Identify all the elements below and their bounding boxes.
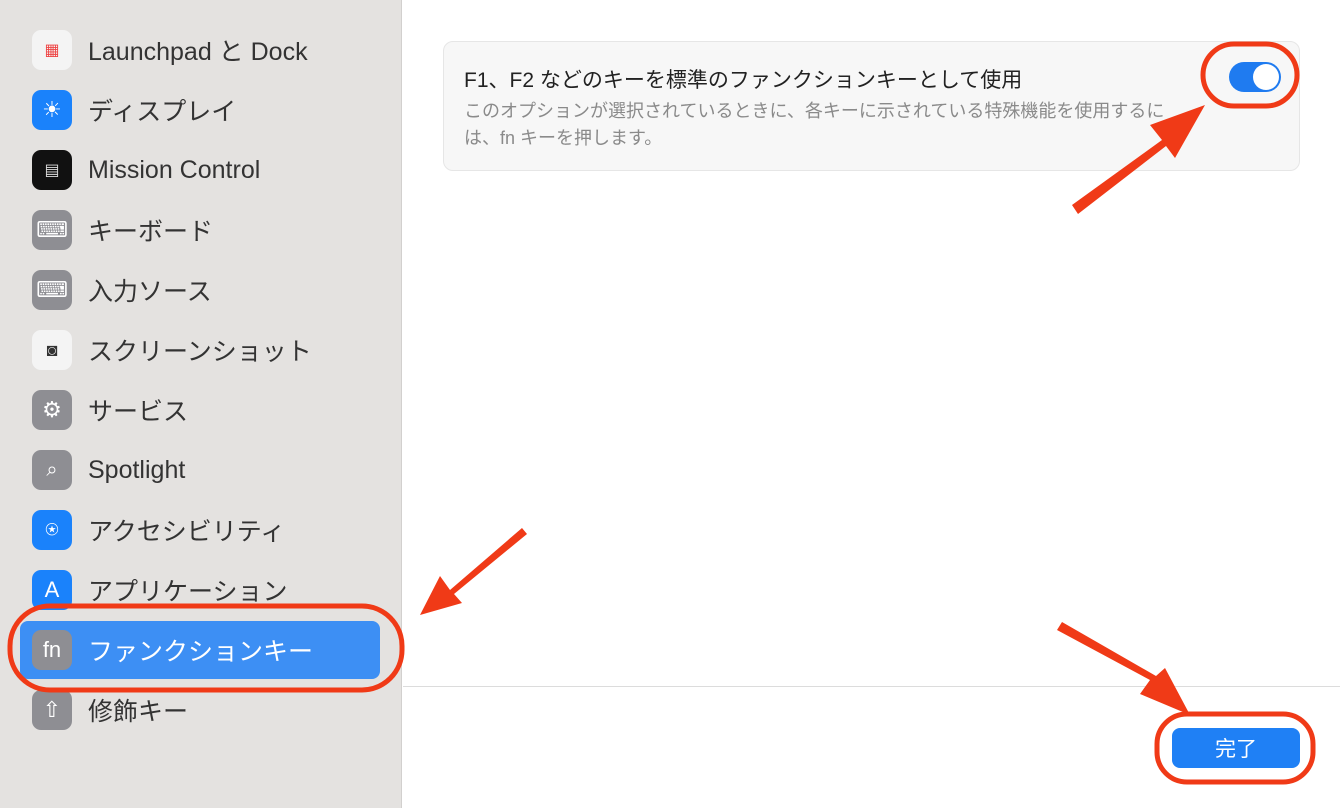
- sidebar-item-label: キーボード: [88, 218, 214, 246]
- sidebar-item-label: スクリーンショット: [88, 338, 312, 366]
- spotlight-icon: ⌕: [32, 450, 72, 490]
- sidebar-item-label: Mission Control: [88, 155, 261, 184]
- app-store-icon: A: [32, 570, 72, 610]
- sidebar-item-label: サービス: [88, 398, 189, 426]
- sidebar-item-app-store[interactable]: A アプリケーション: [20, 561, 380, 619]
- sidebar-item-input-source[interactable]: ⌨ 入力ソース: [20, 261, 380, 319]
- sidebar-item-label: アクセシビリティ: [88, 518, 286, 546]
- sidebar-item-services[interactable]: ⚙ サービス: [20, 381, 380, 439]
- sidebar-item-label: 修飾キー: [88, 698, 189, 726]
- sidebar-item-label: Launchpad と Dock: [88, 38, 308, 66]
- sidebar-item-keyboard[interactable]: ⌨ キーボード: [20, 201, 380, 259]
- sidebar: ▦ Launchpad と Dock ☀ ディスプレイ ▤ Mission Control…: [0, 0, 402, 808]
- sidebar-item-launchpad[interactable]: ▦ Launchpad と Dock: [20, 21, 380, 79]
- use-fkeys-toggle[interactable]: [1229, 62, 1281, 92]
- fn-icon: fn: [32, 630, 72, 670]
- launchpad-icon: ▦: [32, 30, 72, 70]
- sidebar-item-label: Spotlight: [88, 455, 186, 484]
- sidebar-item-label: 入力ソース: [88, 278, 212, 306]
- sidebar-item-label: アプリケーション: [88, 578, 288, 606]
- sidebar-item-accessibility[interactable]: ⍟ アクセシビリティ: [20, 501, 380, 559]
- main-panel: F1、F2 などのキーを標準のファンクションキーとして使用 このオプションが選択…: [403, 0, 1340, 808]
- accessibility-icon: ⍟: [32, 510, 72, 550]
- mission-control-icon: ▤: [32, 150, 72, 190]
- keyboard-icon: ⌨: [32, 210, 72, 250]
- screenshot-icon: ◙: [32, 330, 72, 370]
- sidebar-item-screenshot[interactable]: ◙ スクリーンショット: [20, 321, 380, 379]
- toggle-knob: [1253, 64, 1279, 90]
- function-key-option-card: F1、F2 などのキーを標準のファンクションキーとして使用 このオプションが選択…: [443, 41, 1300, 171]
- sidebar-item-mission-control[interactable]: ▤ Mission Control: [20, 141, 380, 199]
- sidebar-item-fn[interactable]: fn ファンクションキー: [20, 621, 380, 679]
- done-button[interactable]: 完了: [1172, 728, 1300, 768]
- divider: [403, 686, 1340, 687]
- sidebar-item-label: ファンクションキー: [88, 638, 314, 666]
- display-icon: ☀: [32, 90, 72, 130]
- services-icon: ⚙: [32, 390, 72, 430]
- sidebar-item-modifier[interactable]: ⇧ 修飾キー: [20, 681, 380, 739]
- sidebar-item-label: ディスプレイ: [88, 98, 237, 126]
- option-title: F1、F2 などのキーを標準のファンクションキーとして使用: [464, 69, 1023, 92]
- input-source-icon: ⌨: [32, 270, 72, 310]
- sidebar-item-display[interactable]: ☀ ディスプレイ: [20, 81, 380, 139]
- modifier-icon: ⇧: [32, 690, 72, 730]
- sidebar-item-spotlight[interactable]: ⌕ Spotlight: [20, 441, 380, 499]
- option-description: このオプションが選択されているときに、各キーに示されている特殊機能を使用するには…: [464, 101, 1165, 148]
